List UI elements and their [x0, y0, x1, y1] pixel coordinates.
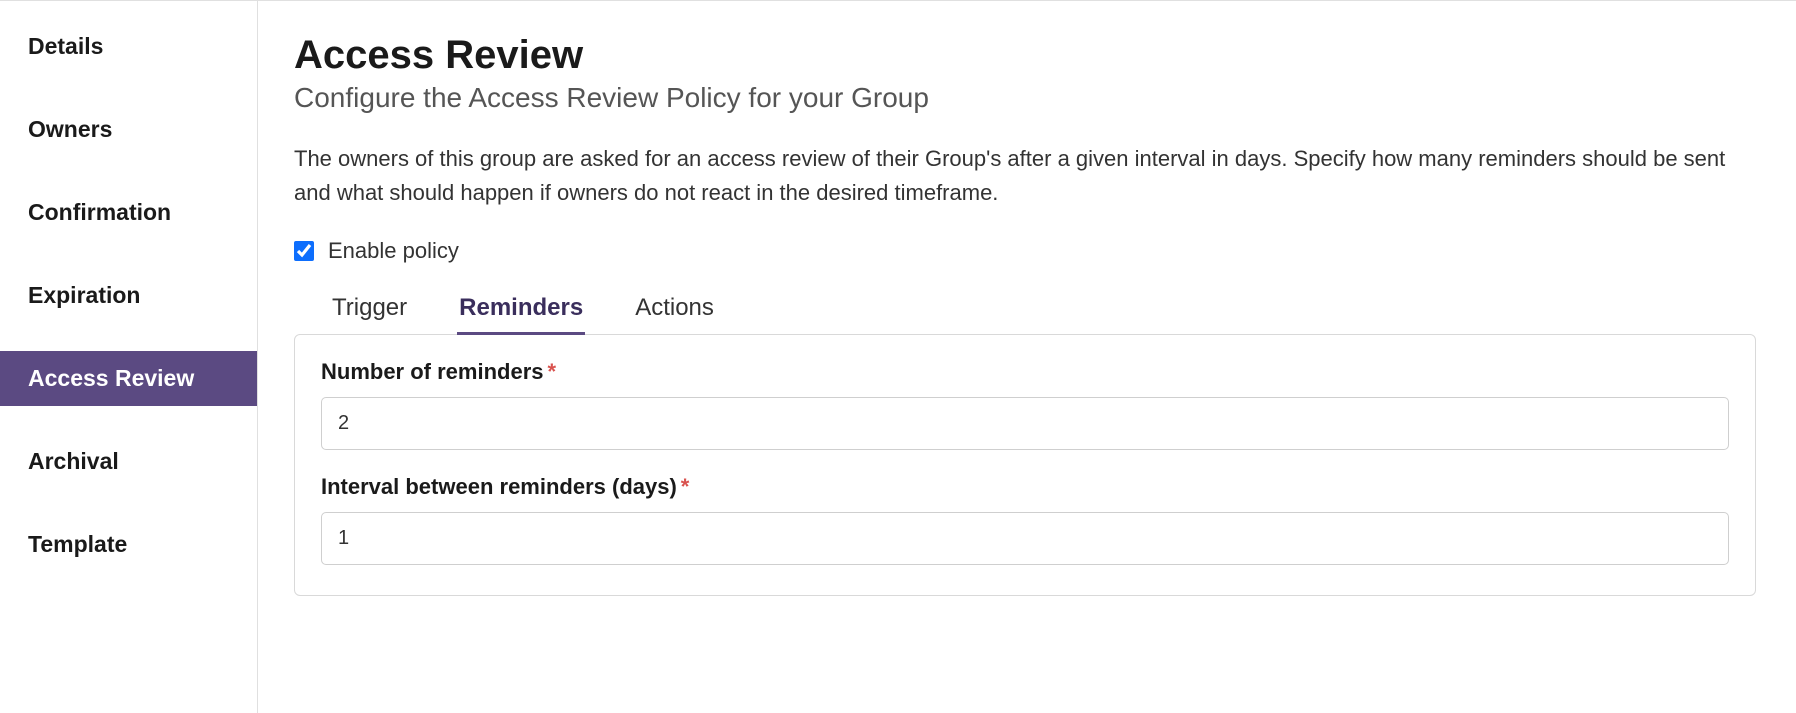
sidebar-item-access-review[interactable]: Access Review: [0, 351, 257, 406]
number-of-reminders-label: Number of reminders*: [321, 359, 1729, 385]
enable-policy-checkbox[interactable]: [294, 241, 314, 261]
page-description: The owners of this group are asked for a…: [294, 142, 1756, 210]
interval-between-reminders-input[interactable]: [321, 512, 1729, 565]
sidebar-item-confirmation[interactable]: Confirmation: [0, 185, 257, 240]
sidebar: Details Owners Confirmation Expiration A…: [0, 1, 258, 713]
enable-policy-label: Enable policy: [328, 238, 459, 264]
reminders-panel: Number of reminders* Interval between re…: [294, 334, 1756, 596]
page-subtitle: Configure the Access Review Policy for y…: [294, 82, 1756, 114]
sidebar-item-expiration[interactable]: Expiration: [0, 268, 257, 323]
enable-policy-row: Enable policy: [294, 238, 1756, 264]
sidebar-item-details[interactable]: Details: [0, 19, 257, 74]
sidebar-item-owners[interactable]: Owners: [0, 102, 257, 157]
main-content: Access Review Configure the Access Revie…: [258, 1, 1796, 713]
sidebar-item-template[interactable]: Template: [0, 517, 257, 572]
tab-actions[interactable]: Actions: [633, 288, 716, 335]
tab-trigger[interactable]: Trigger: [330, 288, 409, 335]
tabs: Trigger Reminders Actions: [294, 288, 1756, 335]
sidebar-item-archival[interactable]: Archival: [0, 434, 257, 489]
interval-between-reminders-label: Interval between reminders (days)*: [321, 474, 1729, 500]
page-title: Access Review: [294, 33, 1756, 78]
number-of-reminders-input[interactable]: [321, 397, 1729, 450]
required-marker: *: [681, 474, 690, 499]
required-marker: *: [548, 359, 557, 384]
tab-reminders[interactable]: Reminders: [457, 288, 585, 335]
